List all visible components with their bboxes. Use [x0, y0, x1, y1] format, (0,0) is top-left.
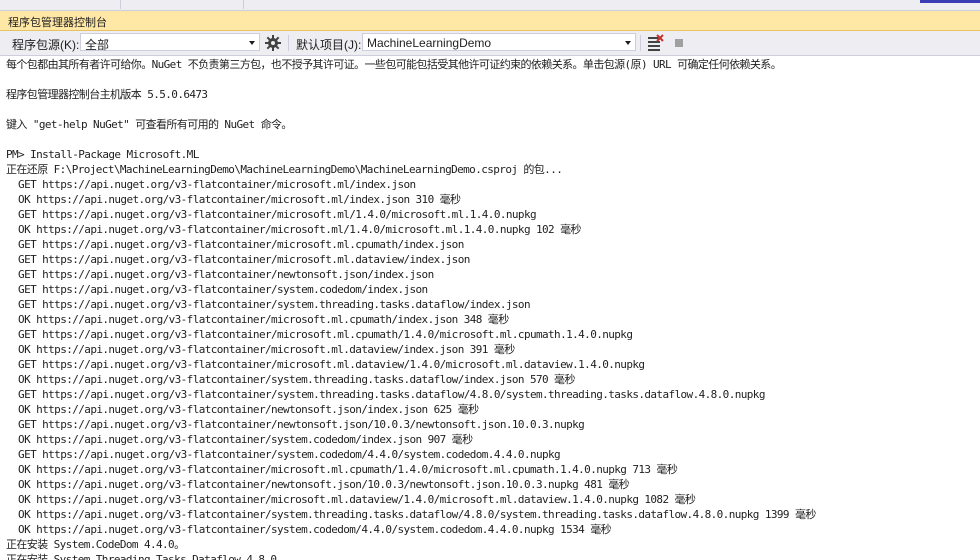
- console-line: 正在安装 System.CodeDom 4.4.0。: [6, 538, 185, 551]
- console-line: 程序包管理器控制台主机版本 5.5.0.6473: [6, 88, 208, 101]
- console-line: GET https://api.nuget.org/v3-flatcontain…: [6, 388, 765, 401]
- default-project-value: MachineLearningDemo: [367, 36, 492, 50]
- console-line: PM> Install-Package Microsoft.ML: [6, 148, 199, 161]
- console-line: GET https://api.nuget.org/v3-flatcontain…: [6, 253, 470, 266]
- console-line: GET https://api.nuget.org/v3-flatcontain…: [6, 328, 633, 341]
- console-line: OK https://api.nuget.org/v3-flatcontaine…: [6, 403, 479, 416]
- package-source-dropdown[interactable]: 全部: [80, 33, 260, 52]
- console-line: OK https://api.nuget.org/v3-flatcontaine…: [6, 193, 461, 206]
- console-line: GET https://api.nuget.org/v3-flatcontain…: [6, 298, 531, 311]
- clear-console-icon[interactable]: [646, 34, 664, 52]
- console-line: OK https://api.nuget.org/v3-flatcontaine…: [6, 523, 612, 536]
- chevron-down-icon: [249, 41, 255, 45]
- console-line: 键入 "get-help NuGet" 可查看所有可用的 NuGet 命令。: [6, 118, 292, 131]
- console-line: GET https://api.nuget.org/v3-flatcontain…: [6, 208, 537, 221]
- console-line: GET https://api.nuget.org/v3-flatcontain…: [6, 283, 428, 296]
- console-line: OK https://api.nuget.org/v3-flatcontaine…: [6, 433, 473, 446]
- gear-icon[interactable]: [264, 34, 282, 52]
- default-project-dropdown[interactable]: MachineLearningDemo: [362, 33, 636, 51]
- console-line: 每个包都由其所有者许可给你。NuGet 不负责第三方包，也不授予其许可证。一些包…: [6, 58, 782, 71]
- active-tab-accent: [920, 0, 980, 3]
- toolbar-separator: [640, 35, 641, 51]
- console-line: 正在安装 System.Threading.Tasks.Dataflow 4.8…: [6, 553, 287, 560]
- console-line: GET https://api.nuget.org/v3-flatcontain…: [6, 448, 561, 461]
- console-line: OK https://api.nuget.org/v3-flatcontaine…: [6, 493, 696, 506]
- console-line: GET https://api.nuget.org/v3-flatcontain…: [6, 268, 434, 281]
- console-toolbar: 程序包源(K): 全部 默认项目(J): MachineLearningDemo: [0, 31, 980, 56]
- stop-icon[interactable]: [670, 34, 688, 52]
- console-line: OK https://api.nuget.org/v3-flatcontaine…: [6, 463, 678, 476]
- console-line: GET https://api.nuget.org/v3-flatcontain…: [6, 238, 464, 251]
- package-source-value: 全部: [85, 38, 110, 52]
- console-output[interactable]: 每个包都由其所有者许可给你。NuGet 不负责第三方包，也不授予其许可证。一些包…: [0, 56, 980, 560]
- console-line: OK https://api.nuget.org/v3-flatcontaine…: [6, 373, 575, 386]
- console-line: OK https://api.nuget.org/v3-flatcontaine…: [6, 313, 509, 326]
- console-line: OK https://api.nuget.org/v3-flatcontaine…: [6, 223, 581, 236]
- console-line: OK https://api.nuget.org/v3-flatcontaine…: [6, 508, 816, 521]
- package-source-label: 程序包源(K):: [12, 38, 80, 52]
- console-line: OK https://api.nuget.org/v3-flatcontaine…: [6, 343, 515, 356]
- console-line: 正在还原 F:\Project\MachineLearningDemo\Mach…: [6, 163, 563, 176]
- tool-window-titlebar[interactable]: 程序包管理器控制台: [0, 11, 980, 31]
- chevron-down-icon: [625, 41, 631, 45]
- default-project-label: 默认项目(J):: [296, 38, 362, 52]
- document-tab-strip: [0, 0, 980, 11]
- console-line: GET https://api.nuget.org/v3-flatcontain…: [6, 178, 416, 191]
- console-line: OK https://api.nuget.org/v3-flatcontaine…: [6, 478, 630, 491]
- window-title: 程序包管理器控制台: [8, 17, 107, 29]
- tab-divider: [120, 0, 121, 9]
- tab-divider: [243, 0, 244, 9]
- console-line: GET https://api.nuget.org/v3-flatcontain…: [6, 358, 645, 371]
- console-line: GET https://api.nuget.org/v3-flatcontain…: [6, 418, 585, 431]
- toolbar-separator: [288, 35, 289, 51]
